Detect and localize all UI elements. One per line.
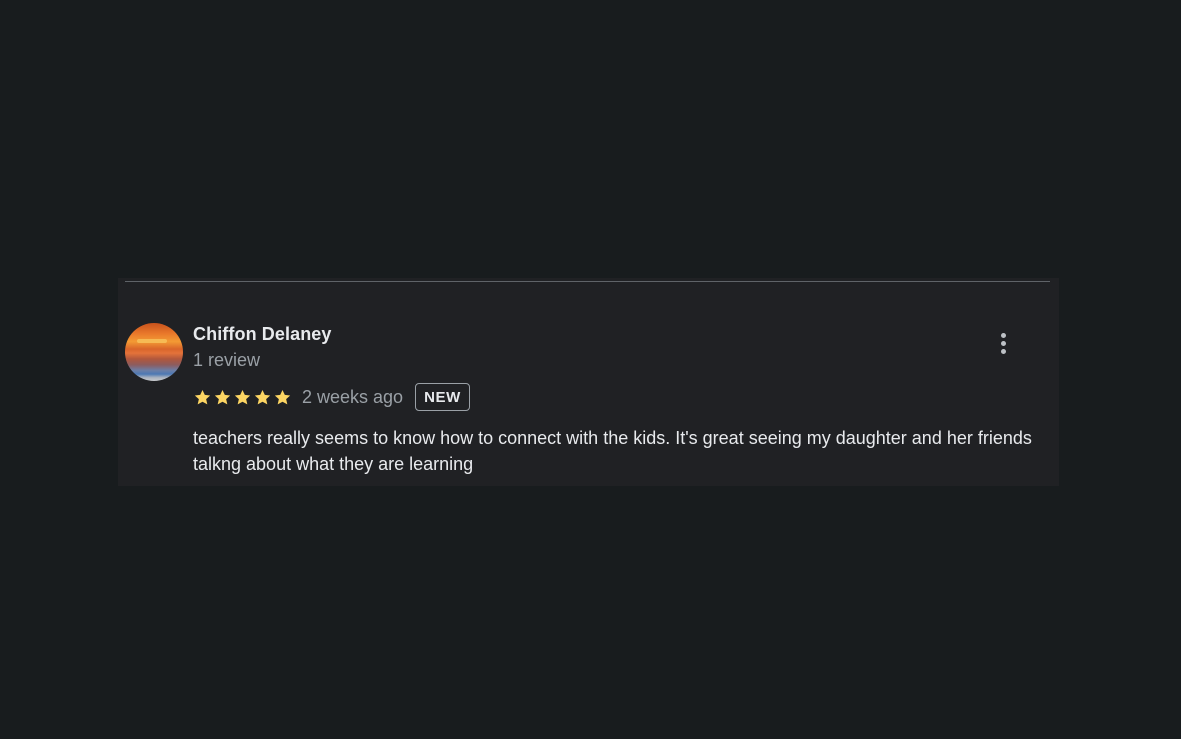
more-vert-icon-dot [1000,332,1006,338]
review-card: Chiffon Delaney 1 review 2 weeks ago NEW… [118,278,1059,486]
star-rating [193,388,292,407]
star-icon [234,389,251,404]
reviewer-avatar[interactable] [125,323,183,381]
review-date: 2 weeks ago [302,386,404,407]
star-icon [214,389,231,404]
review-text: teachers really seems to know how to con… [193,428,1032,474]
more-options-button[interactable] [988,328,1018,358]
star-icon [194,389,211,404]
more-vert-icon-dot [1000,340,1006,346]
divider [125,281,1050,282]
star-icon [254,389,271,404]
star-icon [274,389,291,404]
more-vert-icon-dot [1000,348,1006,354]
new-badge: NEW [415,383,470,411]
review-count: 1 review [193,350,261,370]
reviewer-name[interactable]: Chiffon Delaney [193,324,332,345]
avatar-sunset-image [137,339,167,343]
rating-row: 2 weeks ago NEW [193,382,470,412]
